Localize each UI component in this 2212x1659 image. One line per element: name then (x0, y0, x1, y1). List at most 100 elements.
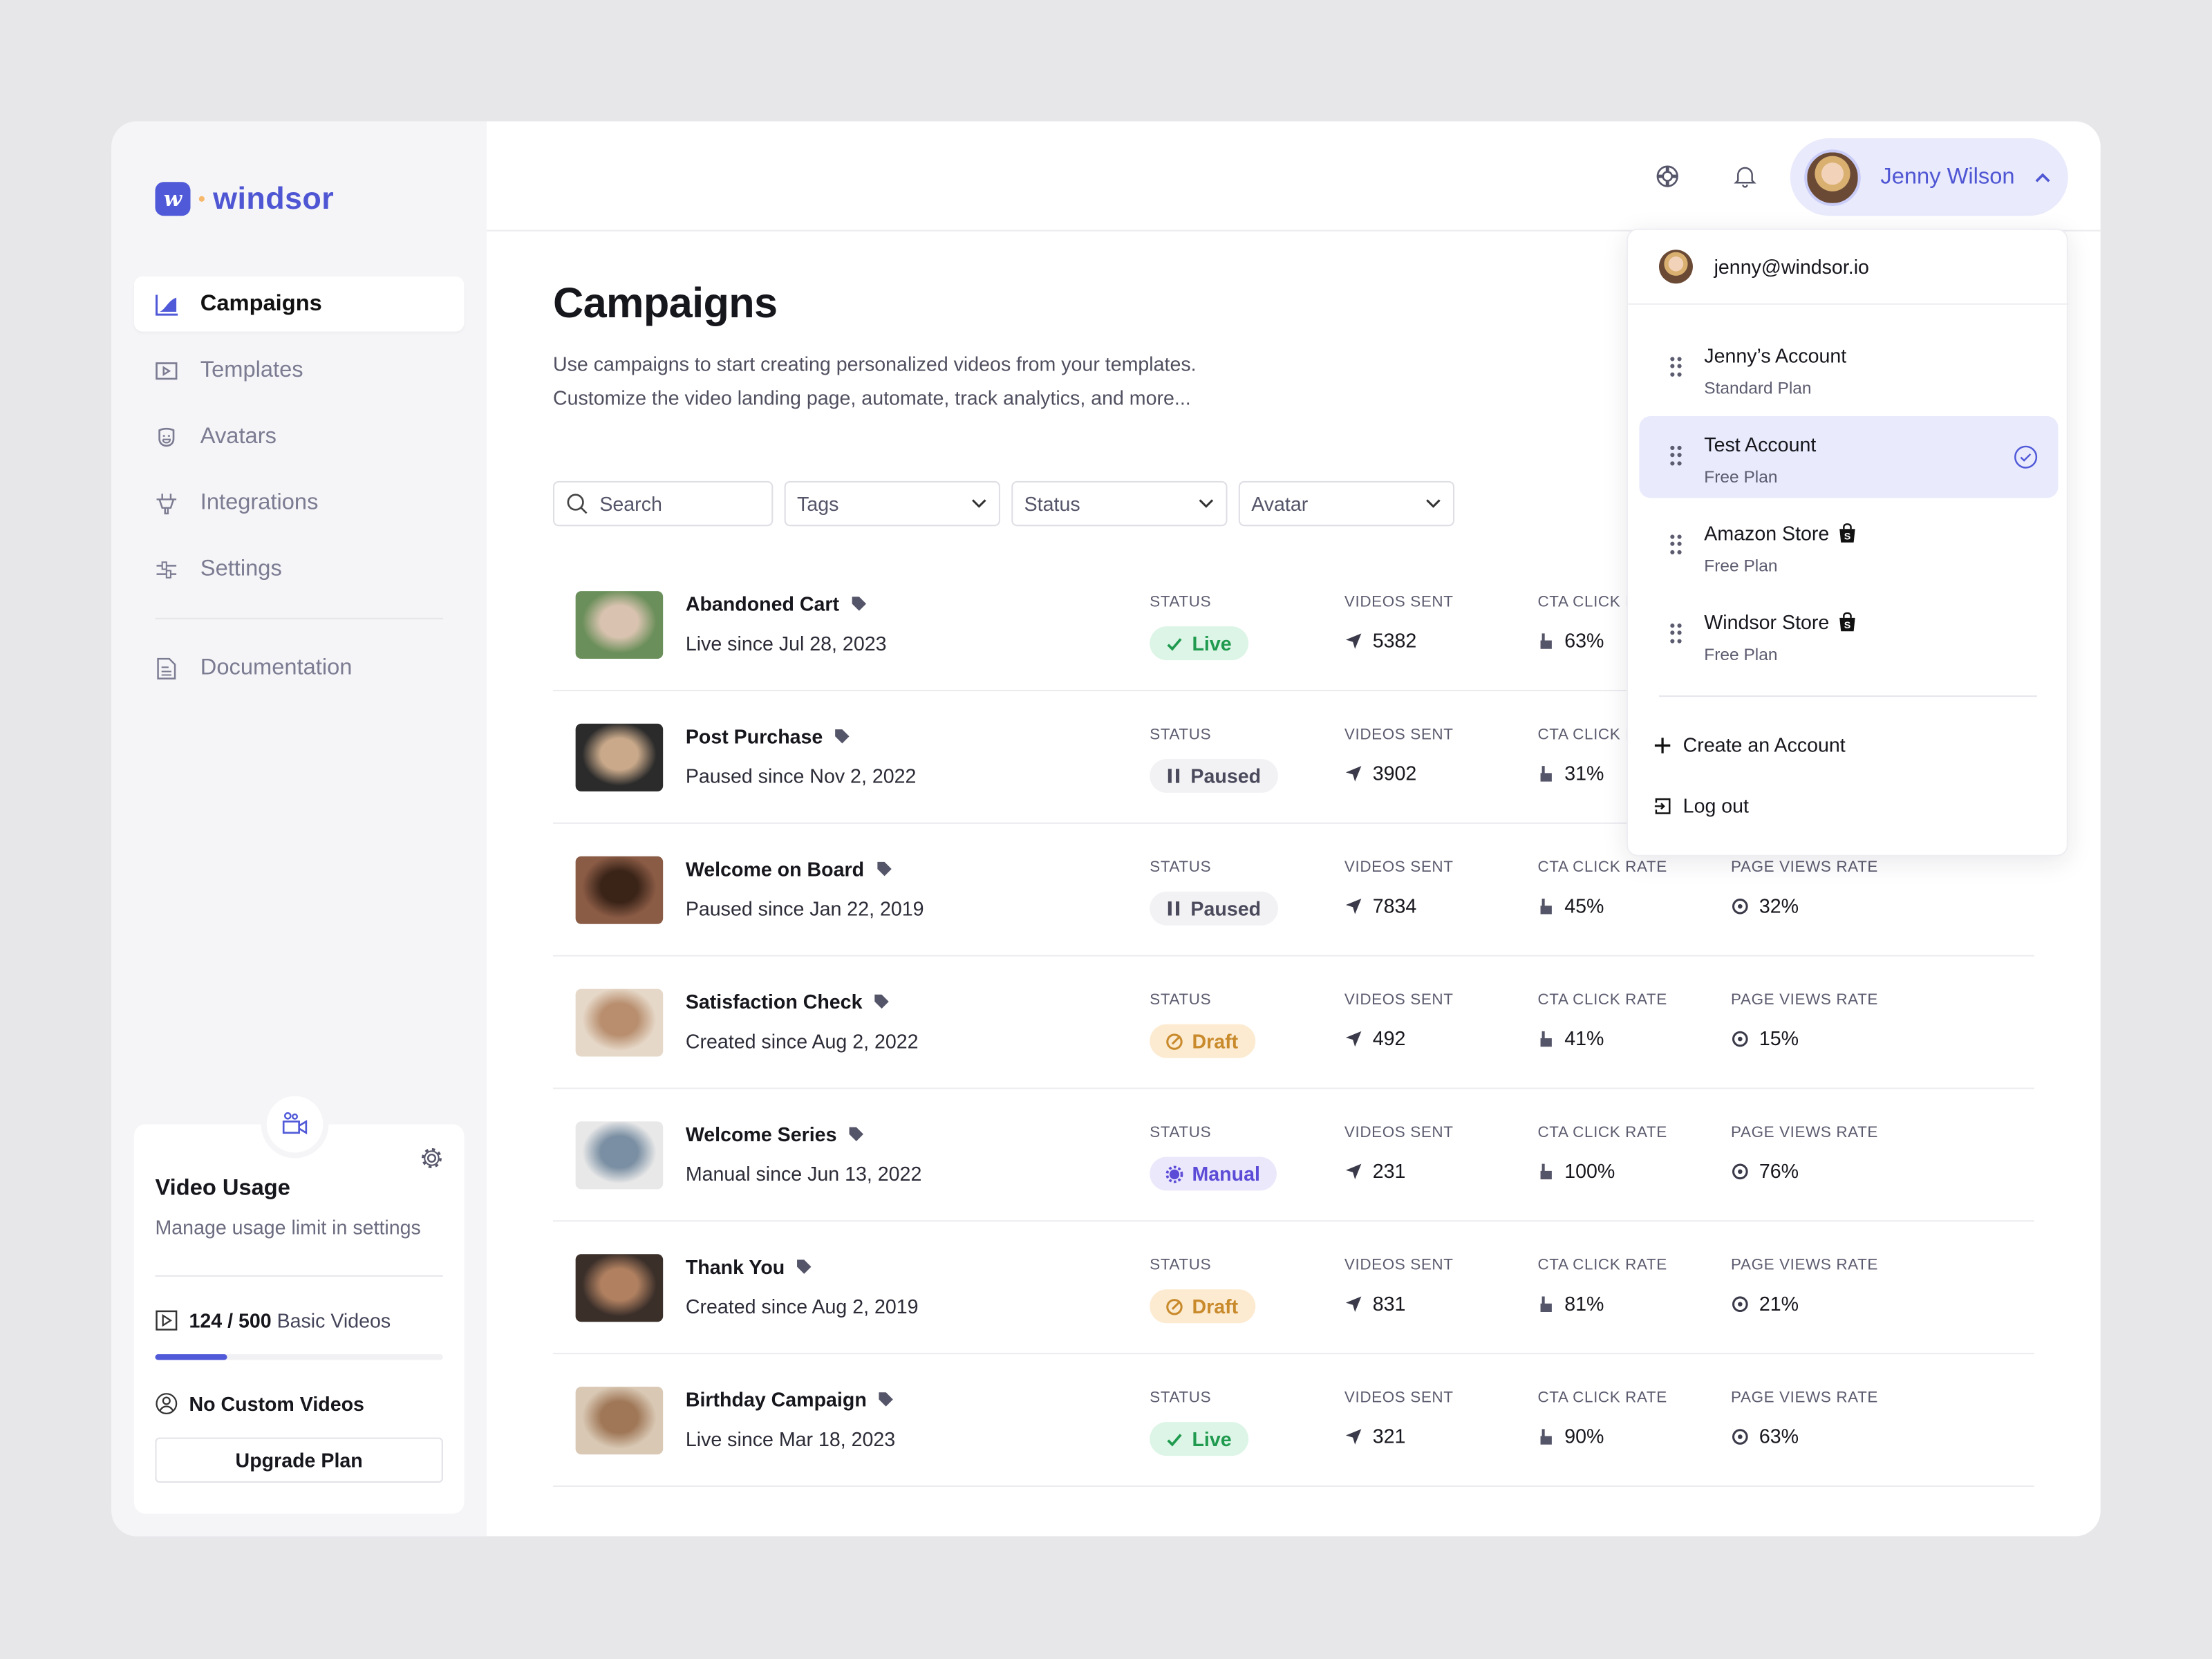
sidebar-item-documentation[interactable]: Documentation (134, 641, 465, 696)
videos-sent-value: 5382 (1344, 629, 1416, 652)
account-plan: Free Plan (1704, 467, 1778, 487)
document-icon (157, 657, 176, 679)
account-plan: Standard Plan (1704, 377, 1812, 398)
search-input[interactable]: Search (552, 480, 774, 527)
logo[interactable]: w windsor (155, 180, 334, 217)
cta-click-rate-value: 81% (1537, 1292, 1604, 1315)
campaign-title-text: Thank You (685, 1255, 785, 1278)
status-badge: Paused (1150, 891, 1278, 926)
page-views-rate-value: 32% (1731, 894, 1799, 917)
tag-icon (877, 861, 891, 877)
status-text: Paused (1190, 765, 1262, 787)
avatar-filter-select[interactable]: Avatar (1238, 480, 1455, 527)
account-option[interactable]: Windsor Store S Free Plan (1639, 594, 2058, 675)
status-draft-icon (1165, 1032, 1184, 1051)
campaign-title[interactable]: Thank You (686, 1255, 813, 1278)
sidebar-item-integrations[interactable]: Integrations (134, 476, 465, 531)
page-views-rate-label: PAGE VIEWS RATE (1731, 1257, 1879, 1274)
chevron-down-icon (972, 499, 986, 508)
account-option[interactable]: Jenny’s Account Standard Plan (1639, 327, 2058, 409)
sidebar-item-label: Templates (200, 357, 303, 382)
usage-progress-fill (155, 1354, 227, 1360)
status-label: STATUS (1150, 727, 1212, 744)
campaign-title[interactable]: Abandoned Cart (686, 592, 868, 615)
account-option[interactable]: Test Account Free Plan (1639, 416, 2059, 498)
status-filter-select[interactable]: Status (1011, 480, 1228, 527)
campaign-title[interactable]: Welcome on Board (686, 858, 892, 880)
avatar (1658, 250, 1693, 284)
sidebar-item-avatars[interactable]: Avatars (134, 409, 465, 465)
videos-sent-number: 321 (1372, 1425, 1406, 1447)
send-icon (1345, 765, 1362, 781)
sidebar-item-templates[interactable]: Templates (134, 343, 465, 398)
cta-click-rate-label: CTA CLICK RATE (1537, 1257, 1667, 1274)
account-option[interactable]: Amazon Store S Free Plan (1639, 505, 2058, 587)
table-row[interactable]: Satisfaction Check Created since Aug 2, … (552, 957, 2034, 1089)
drag-handle-icon[interactable] (1670, 624, 1682, 644)
video-camera-icon (266, 1096, 324, 1153)
page-views-rate-number: 32% (1759, 894, 1799, 917)
account-name: Amazon Store S (1704, 522, 1856, 545)
videos-sent-label: VIDEOS SENT (1344, 991, 1454, 1009)
page-views-rate-number: 15% (1759, 1027, 1799, 1050)
drag-handle-icon[interactable] (1670, 357, 1682, 377)
bell-icon[interactable] (1728, 160, 1762, 194)
videos-sent-label: VIDEOS SENT (1344, 1124, 1454, 1142)
page-views-rate-label: PAGE VIEWS RATE (1731, 1124, 1879, 1142)
user-menu-button[interactable]: Jenny Wilson (1790, 138, 2068, 216)
page-title: Campaigns (552, 281, 778, 328)
shopify-bag-icon: S (1839, 523, 1855, 543)
status-badge: Draft (1150, 1289, 1255, 1324)
page-description-2: Customize the video landing page, automa… (552, 386, 1191, 409)
user-name: Jenny Wilson (1880, 164, 2015, 189)
basic-label: Basic Videos (276, 1309, 391, 1332)
tag-icon (849, 1127, 864, 1142)
upgrade-plan-button[interactable]: Upgrade Plan (155, 1437, 443, 1483)
gear-icon[interactable] (419, 1145, 444, 1171)
play-box-icon (156, 1310, 178, 1331)
logo-dot (198, 196, 205, 202)
sidebar-divider (155, 617, 443, 619)
videos-sent-value: 492 (1344, 1027, 1406, 1050)
campaign-title[interactable]: Welcome Series (686, 1123, 865, 1145)
pointer-hand-icon (1540, 765, 1552, 781)
campaign-thumbnail (575, 856, 664, 924)
sidebar-item-settings[interactable]: Settings (134, 542, 465, 597)
drag-handle-icon[interactable] (1670, 534, 1682, 554)
chevron-down-icon (1199, 499, 1214, 508)
tags-filter-select[interactable]: Tags (784, 480, 1000, 527)
table-row[interactable]: Welcome Series Manual since Jun 13, 2022… (552, 1089, 2034, 1222)
campaign-title-text: Welcome Series (685, 1123, 837, 1146)
help-lifebuoy-icon[interactable] (1651, 160, 1685, 194)
campaign-title[interactable]: Satisfaction Check (686, 991, 890, 1013)
drag-handle-icon[interactable] (1670, 445, 1682, 466)
table-row[interactable]: Birthday Campaign Live since Mar 18, 202… (552, 1354, 2034, 1488)
campaign-subtitle: Created since Aug 2, 2019 (685, 1295, 919, 1318)
cta-click-rate-number: 45% (1564, 894, 1604, 917)
basic-count: 124 / 500 (189, 1309, 272, 1332)
send-icon (1345, 1295, 1362, 1311)
campaign-thumbnail (575, 723, 664, 791)
cta-click-rate-number: 31% (1564, 762, 1604, 785)
account-email-row: jenny@windsor.io (1628, 230, 2070, 305)
log-out-button[interactable]: Log out (1653, 794, 1749, 817)
account-name-text: Jenny’s Account (1704, 344, 1847, 367)
create-account-button[interactable]: Create an Account (1653, 733, 1846, 756)
status-live-icon (1165, 634, 1184, 653)
status-badge: Draft (1150, 1024, 1255, 1058)
videos-sent-number: 492 (1372, 1027, 1406, 1050)
log-out-label: Log out (1683, 794, 1750, 817)
sidebar-item-campaigns[interactable]: Campaigns (133, 276, 465, 332)
campaign-title[interactable]: Birthday Campaign (686, 1388, 895, 1411)
status-badge: Live (1150, 626, 1249, 661)
status-label: STATUS (1150, 1389, 1212, 1407)
pointer-hand-icon (1540, 1163, 1552, 1179)
logo-text: windsor (213, 180, 335, 216)
usage-title: Video Usage (155, 1177, 290, 1201)
videos-sent-label: VIDEOS SENT (1344, 859, 1454, 877)
sidebar-item-label: Settings (200, 556, 282, 581)
shopify-bag-icon: S (1839, 612, 1855, 632)
send-icon (1345, 897, 1362, 914)
campaign-title[interactable]: Post Purchase (686, 725, 851, 748)
table-row[interactable]: Thank You Created since Aug 2, 2019 STAT… (552, 1221, 2034, 1355)
